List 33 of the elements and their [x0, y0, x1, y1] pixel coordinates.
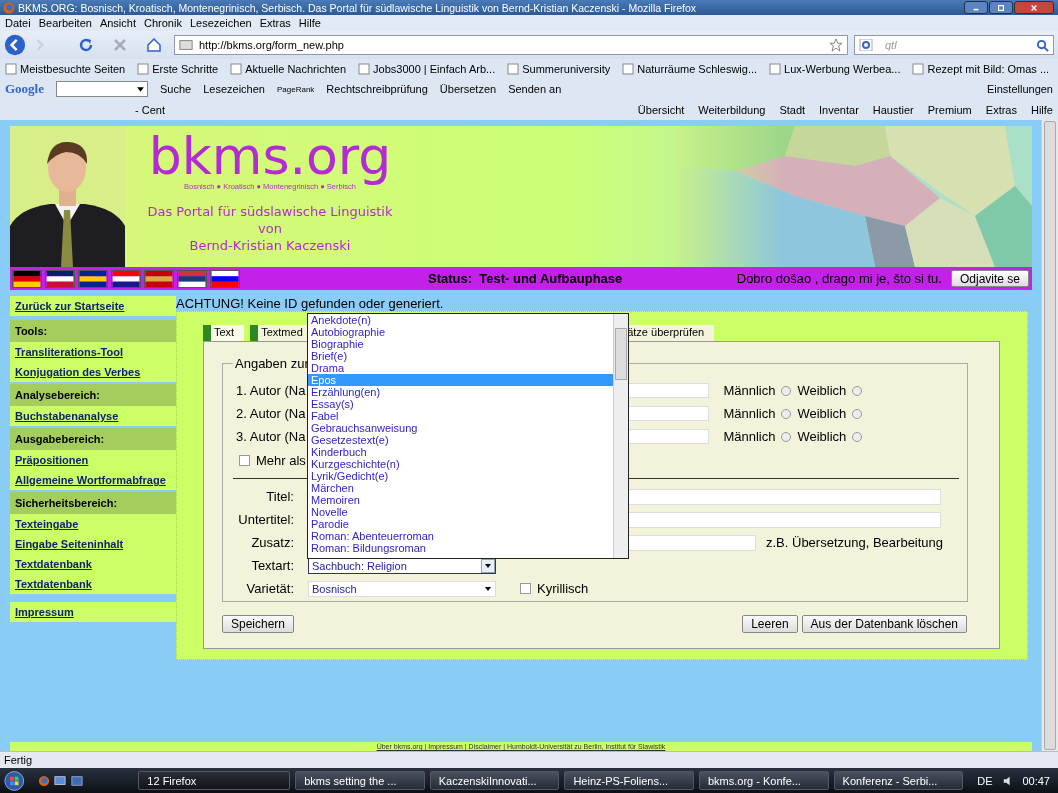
greeting-text: Dobro došao , drago mi je, što si tu.: [736, 271, 942, 286]
google-logo: Google: [5, 81, 44, 97]
radio-label: Weiblich: [797, 406, 847, 421]
tagline-text: Das Portal für südslawische Linguistik: [147, 203, 393, 220]
sidebar-heading: Tools:: [10, 320, 176, 342]
radio-label: Weiblich: [797, 429, 847, 444]
radio-label: Weiblich: [797, 383, 847, 398]
field-label: 2. Autor (Na: [236, 406, 306, 421]
field-hint: z.B. Übersetzung, Bearbeitung: [766, 535, 944, 550]
radio-label: Männlich: [723, 383, 776, 398]
checkbox-label: Mehr als: [256, 452, 306, 468]
field-label: 3. Autor (Na: [236, 429, 306, 444]
status-text: Fertig: [4, 754, 33, 766]
sidebar-heading: Ausgabebereich:: [10, 428, 176, 450]
checkbox-label: Kyrillisch: [537, 581, 589, 596]
field-label: Titel:: [265, 489, 294, 504]
window-title: BKMS.ORG: Bosnisch, Kroatisch, Montenegrinisch, Serbisch. Das Portal für südlawische Linguistik von Bernd-Kristian Kaczenski - Mozilla Firefox: [18, 1, 698, 14]
field-label: Untertitel:: [237, 512, 294, 527]
tagline-text: von: [258, 220, 282, 237]
site-status: Status: Test- und Aufbauphase: [428, 271, 623, 286]
warning-message: ACHTUNG! Keine ID gefunden oder generiert.: [176, 296, 445, 311]
sidebar-heading: Analysebereich:: [10, 384, 176, 406]
field-label: Zusatz:: [250, 535, 294, 550]
field-label: Varietät:: [245, 581, 294, 596]
tagline-text: Bernd-Kristian Kaczenski: [189, 237, 351, 254]
radio-label: Männlich: [723, 429, 776, 444]
address-text: http://bkms.org/form_new.php: [199, 39, 345, 51]
field-label: Textart:: [250, 558, 294, 573]
clock: 00:47: [1022, 774, 1050, 787]
field-label: 1. Autor (Na: [236, 383, 306, 398]
radio-label: Männlich: [723, 406, 776, 421]
fieldset-legend: Angaben zur: [233, 356, 311, 371]
sidebar-heading: Sicherheitsbereich:: [10, 492, 176, 514]
